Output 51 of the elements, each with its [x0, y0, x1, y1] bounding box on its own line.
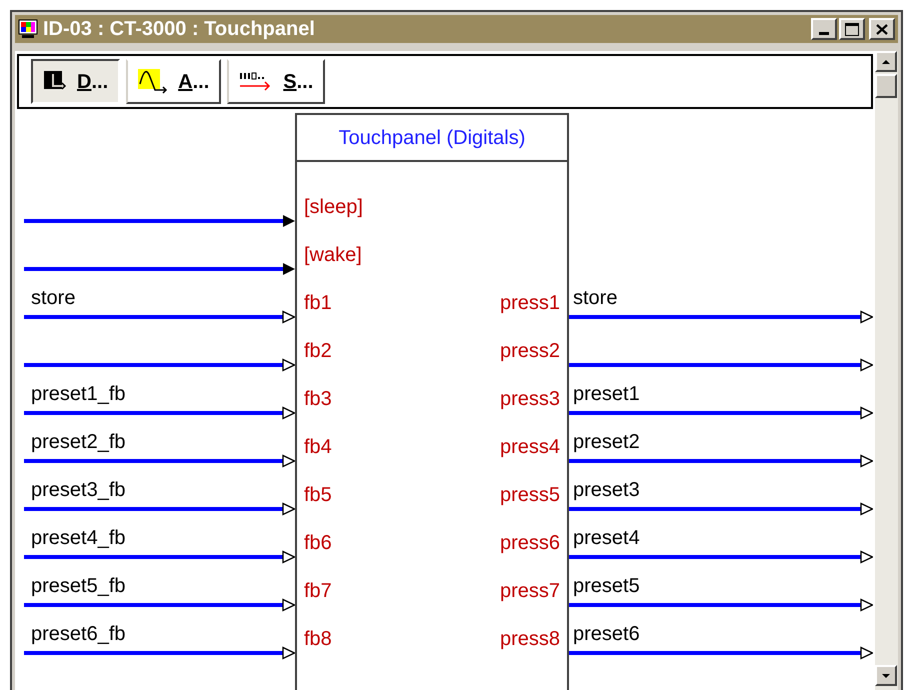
- output-port-label: press7: [500, 579, 560, 603]
- signal-label: preset6: [572, 622, 641, 646]
- output-port-label: press2: [500, 339, 560, 363]
- input-port-label: fb5: [304, 483, 332, 507]
- down-arrow-icon: [882, 674, 890, 678]
- window-title: ID-03 : CT-3000 : Touchpanel: [43, 19, 315, 39]
- maximize-button[interactable]: [839, 18, 865, 40]
- signal-label: preset3: [572, 478, 641, 502]
- output-port-label: press4: [500, 435, 560, 459]
- signal-label: preset2: [572, 430, 641, 454]
- minimize-button[interactable]: [811, 18, 837, 40]
- input-port-label: fb1: [304, 291, 332, 315]
- input-port-label: fb2: [304, 339, 332, 363]
- scrollbar[interactable]: [875, 51, 898, 690]
- close-icon: [876, 24, 888, 34]
- input-port-label: [wake]: [304, 243, 362, 267]
- toolbar-button[interactable]: D...: [31, 59, 120, 104]
- output-port-label: press3: [500, 387, 560, 411]
- toolbar-button[interactable]: S...: [227, 59, 326, 104]
- output-port-label: press6: [500, 531, 560, 555]
- app-icon: [18, 19, 38, 39]
- input-port-label: fb4: [304, 435, 332, 459]
- toolbar-button[interactable]: A...: [126, 59, 222, 104]
- close-button[interactable]: [869, 18, 895, 40]
- output-port-label: press8: [500, 627, 560, 651]
- signal-label: preset5: [572, 574, 641, 598]
- input-port-label: fb7: [304, 579, 332, 603]
- scroll-up-button[interactable]: [875, 51, 897, 72]
- block-title: Touchpanel (Digitals): [338, 126, 526, 150]
- input-port-label: fb3: [304, 387, 332, 411]
- input-port-label: [sleep]: [304, 195, 363, 219]
- signal-label: store: [30, 286, 76, 310]
- input-port-label: fb8: [304, 627, 332, 651]
- signal-label: preset4: [572, 526, 641, 550]
- up-arrow-icon: [882, 60, 890, 64]
- signal-label: preset4_fb: [30, 526, 127, 550]
- signal-label: store: [572, 286, 618, 310]
- signal-label: preset1_fb: [30, 382, 127, 406]
- signal-label: preset6_fb: [30, 622, 127, 646]
- signal-label: preset2_fb: [30, 430, 127, 454]
- input-port-label: fb6: [304, 531, 332, 555]
- scroll-thumb[interactable]: [875, 74, 897, 98]
- signal-label: preset1: [572, 382, 641, 406]
- signal-label: preset3_fb: [30, 478, 127, 502]
- output-port-label: press1: [500, 291, 560, 315]
- output-port-label: press5: [500, 483, 560, 507]
- maximize-icon: [845, 22, 859, 36]
- signal-label: preset5_fb: [30, 574, 127, 598]
- scroll-down-button[interactable]: [875, 665, 897, 686]
- analog-wave-icon: [138, 68, 168, 94]
- minimize-icon: [819, 32, 829, 35]
